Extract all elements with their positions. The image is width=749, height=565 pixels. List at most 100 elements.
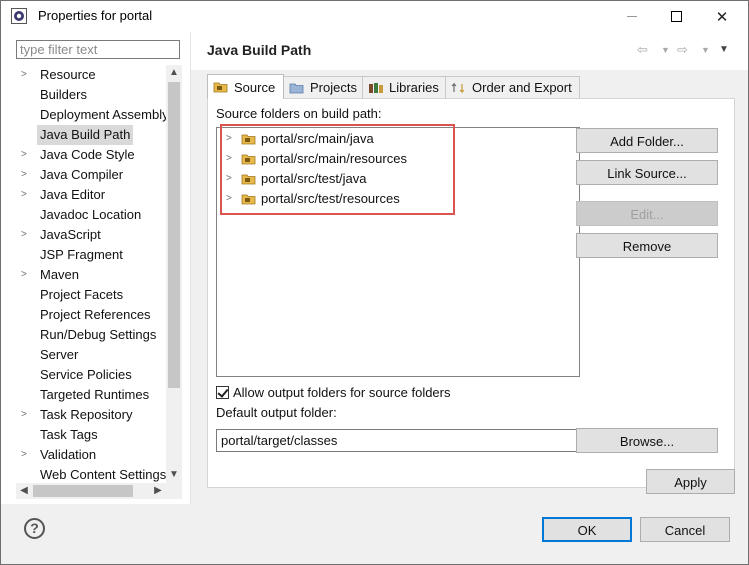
tree-item[interactable]: Web Content Settings — [16, 465, 166, 483]
cancel-button[interactable]: Cancel — [640, 517, 730, 542]
tree-item[interactable]: Run/Debug Settings — [16, 325, 166, 345]
back-menu-chevron-icon[interactable]: ▼ — [661, 45, 670, 55]
source-folder-item[interactable]: > portal/src/test/java — [217, 169, 517, 189]
scroll-right-icon[interactable]: ▶ — [150, 483, 166, 499]
tree-item-label: Javadoc Location — [40, 207, 142, 222]
tree-item-label: Task Tags — [40, 427, 98, 442]
expand-arrow-icon[interactable]: > — [226, 129, 232, 149]
tree-item[interactable]: > Maven — [16, 265, 166, 285]
tree-item[interactable]: Java Build Path — [16, 125, 166, 145]
expand-arrow-icon[interactable]: > — [226, 169, 232, 189]
source-folder-item[interactable]: > portal/src/main/resources — [217, 149, 517, 169]
tree-item[interactable]: Service Policies — [16, 365, 166, 385]
scroll-thumb[interactable] — [168, 82, 180, 388]
source-folder-label: portal/src/test/java — [261, 171, 367, 186]
expand-arrow-icon[interactable]: > — [226, 189, 232, 209]
add-folder-button[interactable]: Add Folder... — [576, 128, 718, 153]
tree-item-label: Targeted Runtimes — [40, 387, 150, 402]
tree-item-label: JavaScript — [40, 227, 101, 242]
tab-source[interactable]: Source — [207, 74, 284, 99]
tab-projects[interactable]: Projects — [283, 76, 363, 98]
forward-arrow-icon[interactable]: ⇨ — [677, 42, 688, 58]
close-button[interactable]: ✕ — [699, 1, 745, 32]
tab-order-and-export[interactable]: Order and Export — [445, 76, 580, 98]
tree-item-label: Maven — [40, 267, 80, 282]
link-source-button[interactable]: Link Source... — [576, 160, 718, 185]
minimize-button[interactable] — [609, 1, 655, 32]
close-icon: ✕ — [715, 8, 729, 26]
source-folders-tree[interactable]: > portal/src/main/java > portal/src/main… — [216, 124, 580, 377]
source-folder-item[interactable]: > portal/src/main/java — [217, 129, 517, 149]
tree-item[interactable]: Javadoc Location — [16, 205, 166, 225]
remove-button[interactable]: Remove — [576, 233, 718, 258]
tab-libraries[interactable]: Libraries — [362, 76, 446, 98]
scroll-left-icon[interactable]: ◀ — [16, 483, 32, 499]
tree-vertical-scrollbar[interactable]: ▲ ▼ — [166, 65, 182, 483]
tab-projects-label: Projects — [310, 80, 357, 95]
tree-item[interactable]: Task Tags — [16, 425, 166, 445]
expand-arrow-icon[interactable]: > — [21, 445, 31, 465]
expand-arrow-icon[interactable]: > — [21, 225, 31, 245]
tree-item[interactable]: Server — [16, 345, 166, 365]
tree-item[interactable]: JSP Fragment — [16, 245, 166, 265]
tree-item[interactable]: > Java Editor — [16, 185, 166, 205]
back-arrow-icon[interactable]: ⇦ — [637, 42, 648, 58]
expand-arrow-icon[interactable]: > — [21, 65, 31, 85]
tree-item-label: JSP Fragment — [40, 247, 123, 262]
properties-dialog: Properties for portal ✕ > Resource Builder… — [0, 0, 749, 565]
expand-arrow-icon[interactable]: > — [21, 165, 31, 185]
allow-output-folders-row[interactable]: Allow output folders for source folders — [216, 383, 451, 401]
tree-item-label: Web Content Settings — [40, 467, 166, 482]
expand-arrow-icon[interactable]: > — [226, 149, 232, 169]
window-title: Properties for portal — [38, 8, 153, 23]
minimize-icon — [627, 16, 637, 17]
tree-item[interactable]: Deployment Assembly — [16, 105, 166, 125]
ok-button[interactable]: OK — [542, 517, 632, 542]
browse-button[interactable]: Browse... — [576, 428, 718, 453]
tree-horizontal-scrollbar[interactable]: ◀ ▶ — [16, 483, 166, 499]
filter-input[interactable] — [16, 40, 180, 59]
tree-item-label: Builders — [40, 87, 87, 102]
source-folders-label: Source folders on build path: — [216, 106, 382, 121]
tree-item[interactable]: Targeted Runtimes — [16, 385, 166, 405]
source-folder-item[interactable]: > portal/src/test/resources — [217, 189, 517, 209]
expand-arrow-icon[interactable]: > — [21, 145, 31, 165]
expand-arrow-icon[interactable]: > — [21, 405, 31, 425]
tree-item-label: Run/Debug Settings — [40, 327, 157, 342]
tree-item[interactable]: > JavaScript — [16, 225, 166, 245]
maximize-button[interactable] — [653, 1, 699, 32]
tree-item[interactable]: Builders — [16, 85, 166, 105]
default-output-folder-input[interactable] — [216, 429, 580, 452]
tree-item[interactable]: > Task Repository — [16, 405, 166, 425]
view-menu-icon[interactable]: ▼ — [719, 44, 729, 55]
apply-button[interactable]: Apply — [646, 469, 735, 494]
scroll-up-icon[interactable]: ▲ — [166, 65, 182, 81]
scroll-down-icon[interactable]: ▼ — [166, 467, 182, 483]
checkmark-icon — [217, 385, 229, 398]
expand-arrow-icon[interactable]: > — [21, 185, 31, 205]
forward-menu-chevron-icon[interactable]: ▼ — [701, 45, 710, 55]
edit-button[interactable]: Edit... — [576, 201, 718, 226]
tree-item[interactable]: > Java Code Style — [16, 145, 166, 165]
help-icon[interactable]: ? — [24, 518, 45, 539]
tab-order-export-label: Order and Export — [472, 80, 572, 95]
tree-item[interactable]: Project References — [16, 305, 166, 325]
tree-item-label: Task Repository — [40, 407, 133, 422]
title-bar: Properties for portal ✕ — [1, 1, 748, 32]
eclipse-app-icon — [11, 8, 27, 24]
expand-arrow-icon[interactable]: > — [21, 265, 31, 285]
tree-item[interactable]: > Resource — [16, 65, 166, 85]
tree-item[interactable]: > Java Compiler — [16, 165, 166, 185]
allow-output-folders-label[interactable]: Allow output folders for source folders — [233, 385, 451, 400]
tree-item-label: Validation — [40, 447, 97, 462]
tree-item-label: Java Compiler — [40, 167, 124, 182]
projects-folder-icon — [289, 83, 304, 93]
package-folder-icon — [241, 134, 256, 145]
maximize-icon — [670, 11, 682, 22]
source-folder-icon — [213, 82, 228, 93]
scroll-thumb-horizontal[interactable] — [33, 485, 133, 497]
tree-item[interactable]: > Validation — [16, 445, 166, 465]
tree-item[interactable]: Project Facets — [16, 285, 166, 305]
allow-output-folders-checkbox[interactable] — [216, 385, 229, 399]
build-path-content: Source Projects Libraries Order and Expo… — [191, 70, 748, 504]
